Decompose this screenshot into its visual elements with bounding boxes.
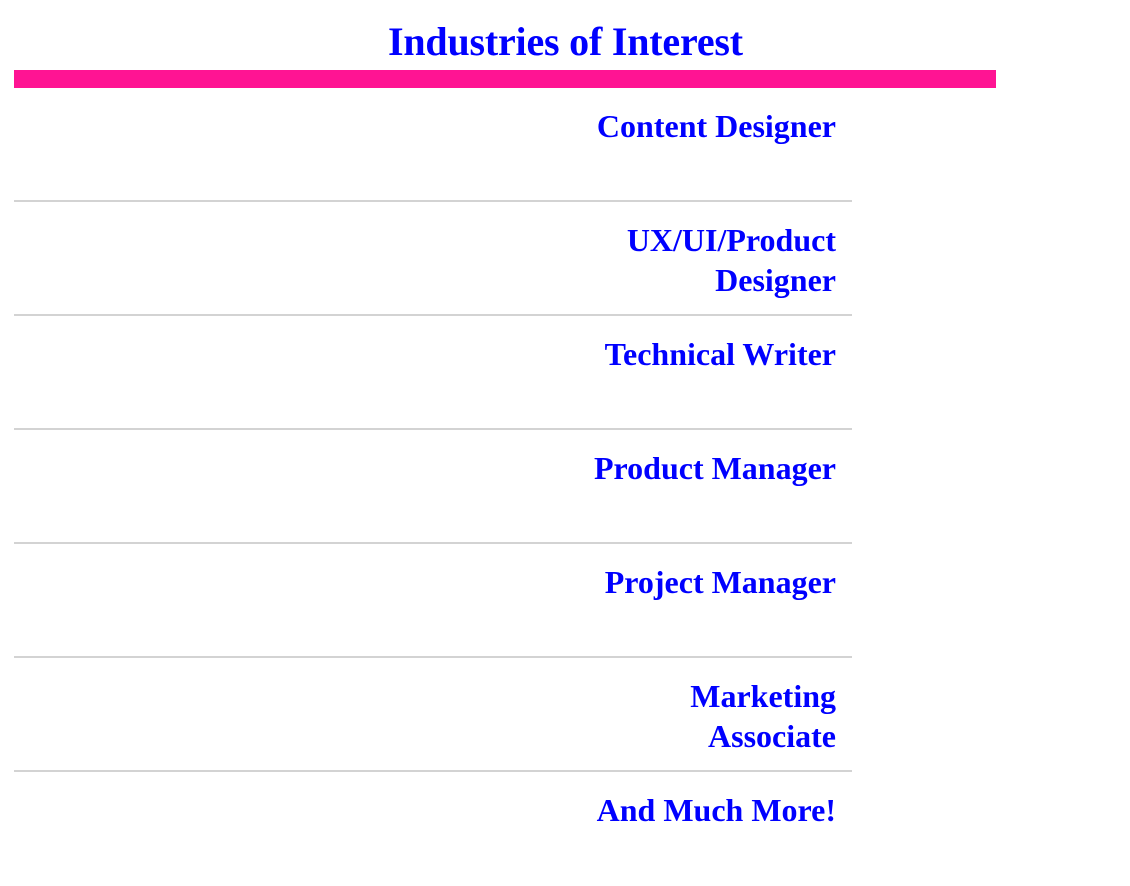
industry-link-technical-writer[interactable]: Technical Writer xyxy=(586,334,836,374)
industry-item-and-much-more: And Much More! xyxy=(14,772,852,886)
industry-item-product-manager: Product Manager xyxy=(14,430,852,544)
industry-link-ux-ui-product-designer[interactable]: UX/UI/Product Designer xyxy=(586,220,836,300)
industry-item-ux-ui-product-designer: UX/UI/Product Designer xyxy=(14,202,852,316)
industry-item-marketing-associate: Marketing Associate xyxy=(14,658,852,772)
industry-item-technical-writer: Technical Writer xyxy=(14,316,852,430)
industry-link-product-manager[interactable]: Product Manager xyxy=(586,448,836,488)
industry-item-content-designer: Content Designer xyxy=(14,88,852,202)
page-title: Industries of Interest xyxy=(388,19,743,64)
title-divider-bar xyxy=(14,70,996,88)
industry-link-project-manager[interactable]: Project Manager xyxy=(586,562,836,602)
industry-item-project-manager: Project Manager xyxy=(14,544,852,658)
industry-link-content-designer[interactable]: Content Designer xyxy=(586,106,836,146)
industry-list: Content Designer UX/UI/Product Designer … xyxy=(14,88,852,886)
industry-link-marketing-associate[interactable]: Marketing Associate xyxy=(586,676,836,756)
industry-link-and-much-more[interactable]: And Much More! xyxy=(586,790,836,830)
